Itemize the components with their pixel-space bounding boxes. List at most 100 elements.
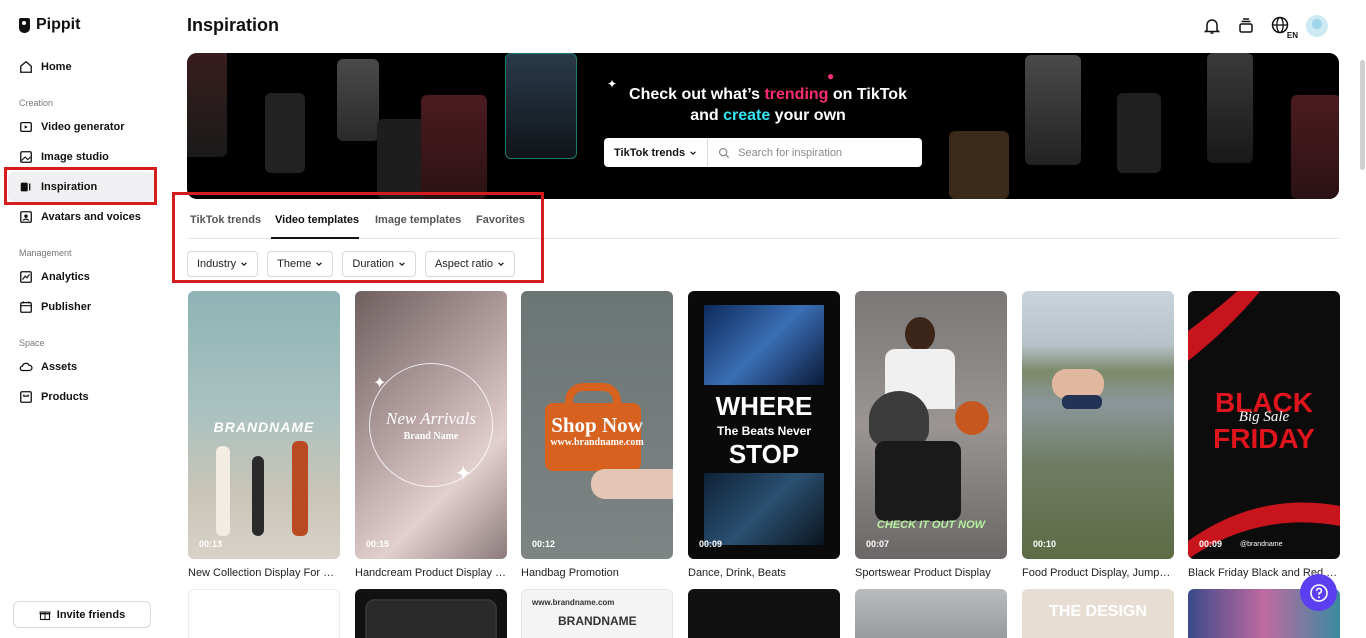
sidebar-item-label: Home — [41, 61, 72, 73]
product-box-icon — [20, 391, 32, 403]
search-icon — [719, 147, 730, 158]
banner-decor-image — [421, 95, 487, 199]
template-thumbnail[interactable]: New Arrivals Brand Name ✦ ✦ 00:15 — [355, 291, 507, 559]
sidebar-item-analytics[interactable]: Analytics — [19, 267, 90, 287]
template-card[interactable]: WHERE The Beats Never STOP 00:09 Dance, … — [688, 291, 840, 579]
duration-badge: 00:09 — [699, 539, 723, 549]
home-icon — [20, 60, 32, 73]
invite-friends-button[interactable]: Invite friends — [13, 601, 151, 628]
banner-decor-image — [265, 93, 305, 173]
thumbnail-overlay-text-2: STOP — [728, 439, 800, 469]
sparkle-icon: ✦ — [455, 463, 472, 485]
thumbnail-scene-top — [704, 305, 824, 385]
banner-decor-phone — [505, 53, 577, 159]
chevron-down-icon — [690, 150, 696, 155]
template-thumbnail[interactable]: CHECK IT OUT NOW 00:07 — [855, 291, 1007, 559]
page-scrollbar[interactable] — [1360, 60, 1365, 170]
section-creation: Creation — [19, 98, 54, 108]
template-thumbnail[interactable]: 00:10 — [1022, 291, 1174, 559]
template-card-row2[interactable] — [355, 589, 507, 638]
page-title: Inspiration — [187, 15, 280, 35]
thumbnail-scene-bottom — [704, 473, 824, 545]
template-card[interactable]: CHECK IT OUT NOW 00:07 Sportswear Produc… — [855, 291, 1007, 579]
template-card-row2[interactable] — [688, 589, 840, 638]
thumbnail-overlay-text-2: FRIDAY — [1213, 423, 1315, 454]
app-name: Pippit — [36, 16, 81, 33]
thumbnail-hand — [591, 469, 673, 499]
thumbnail-player-head — [905, 317, 935, 351]
sidebar-item-avatars[interactable]: Avatars and voices — [19, 207, 141, 227]
banner-decor-image — [1117, 93, 1161, 173]
app-logo[interactable]: Pippit — [19, 16, 80, 34]
template-card[interactable]: 00:10 Food Product Display, Jumps... — [1022, 291, 1174, 579]
thumbnail-brand: BRANDNAME — [558, 614, 637, 628]
highlight-box-tabs — [172, 192, 544, 283]
template-card-row2[interactable]: www.brandname.com BRANDNAME — [521, 589, 673, 638]
sidebar-item-video-generator[interactable]: Video generator — [19, 117, 125, 137]
duration-badge: 00:07 — [866, 539, 890, 549]
language-selector[interactable]: EN — [1270, 15, 1298, 40]
stack-icon[interactable] — [1236, 16, 1256, 36]
sidebar-item-assets[interactable]: Assets — [19, 357, 77, 377]
thumbnail-phone — [365, 599, 497, 638]
search-input[interactable]: Search for inspiration — [708, 147, 842, 159]
template-thumbnail[interactable]: Shop Now www.brandname.com 00:12 — [521, 291, 673, 559]
banner-decor-image — [1207, 53, 1253, 163]
sidebar-item-label: Analytics — [41, 271, 90, 283]
template-thumbnail[interactable]: WHERE The Beats Never STOP 00:09 — [688, 291, 840, 559]
duration-badge: 00:09 — [1199, 539, 1223, 549]
banner-search-bar: TikTok trends Search for inspiration — [604, 138, 922, 167]
template-card-row2[interactable] — [855, 589, 1007, 638]
trending-banner: ✦ ● Check out what’s trending on TikTok … — [187, 53, 1339, 199]
sidebar-item-image-studio[interactable]: Image studio — [19, 147, 109, 167]
thumbnail-helmet — [869, 391, 929, 447]
user-avatar[interactable] — [1306, 15, 1328, 37]
sidebar-item-home[interactable]: Home — [19, 57, 72, 77]
template-card[interactable]: New Arrivals Brand Name ✦ ✦ 00:15 Handcr… — [355, 291, 507, 579]
top-toolbar: EN — [1202, 15, 1328, 40]
sidebar-item-label: Publisher — [41, 301, 92, 313]
thumbnail-handle: @brandname — [1240, 541, 1283, 548]
drop-icon: ● — [827, 69, 835, 83]
thumbnail-shorts — [1062, 395, 1102, 409]
thumbnail-figure — [292, 441, 308, 536]
banner-decor-image — [949, 131, 1009, 199]
section-space: Space — [19, 338, 45, 348]
thumbnail-overlay-subtext: Brand Name — [403, 431, 459, 442]
sparkle-icon: ✦ — [607, 77, 618, 91]
thumbnail-overlay-text: Shop Now — [551, 413, 643, 437]
duration-badge: 00:15 — [366, 539, 390, 549]
thumbnail-basketball — [955, 401, 989, 435]
thumbnail-overlay-text: WHERE — [715, 391, 813, 421]
thumbnail-overlay-text: BRANDNAME — [213, 419, 315, 435]
template-card[interactable]: Shop Now www.brandname.com 00:12 Handbag… — [521, 291, 673, 579]
banner-decor-image — [1025, 55, 1081, 165]
help-button[interactable] — [1300, 574, 1337, 611]
template-card[interactable]: BLACK Big Sale FRIDAY @brandname 00:09 B… — [1188, 291, 1340, 579]
template-card-row2[interactable]: THE DESIGN — [1022, 589, 1174, 638]
template-thumbnail[interactable]: BRANDNAME 00:13 — [188, 291, 340, 559]
template-title: Dance, Drink, Beats — [688, 567, 786, 579]
template-thumbnail[interactable]: BLACK Big Sale FRIDAY @brandname 00:09 — [1188, 291, 1340, 559]
video-generator-icon — [20, 121, 32, 133]
language-code: EN — [1286, 31, 1298, 40]
duration-badge: 00:10 — [1033, 539, 1057, 549]
search-source-dropdown[interactable]: TikTok trends — [604, 138, 709, 167]
sidebar-item-label: Avatars and voices — [41, 211, 141, 223]
calendar-icon — [20, 301, 32, 313]
bell-icon[interactable] — [1202, 16, 1222, 36]
sidebar-item-publisher[interactable]: Publisher — [19, 297, 91, 317]
sidebar-item-products[interactable]: Products — [19, 387, 89, 407]
thumbnail-figure — [216, 446, 230, 536]
sidebar-item-label: Products — [41, 391, 89, 403]
cloud-icon — [19, 362, 33, 372]
thumbnail-overlay-subtext: The Beats Never — [716, 424, 812, 438]
sidebar-item-label: Image studio — [41, 151, 109, 163]
duration-badge: 00:12 — [532, 539, 556, 549]
thumbnail-overlay-text: New Arrivals — [386, 409, 476, 428]
template-title: New Collection Display For Bl... — [188, 567, 340, 579]
template-card-row2[interactable] — [188, 589, 340, 638]
template-title: Handcream Product Display C... — [355, 567, 507, 579]
sidebar-item-label: Assets — [41, 361, 78, 373]
template-card[interactable]: BRANDNAME 00:13 New Collection Display F… — [188, 291, 340, 579]
